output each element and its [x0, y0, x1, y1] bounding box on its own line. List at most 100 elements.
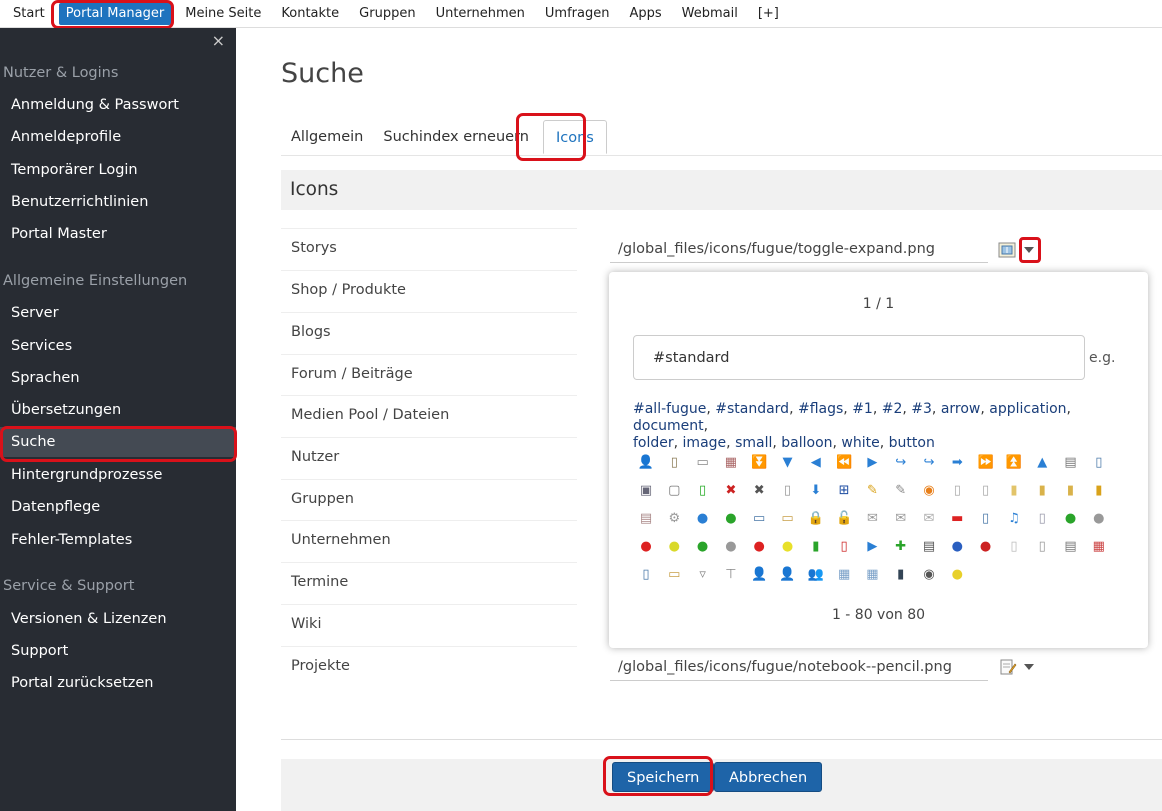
fugue-icon[interactable]: 🔒	[807, 509, 825, 527]
fugue-icon[interactable]: ▶	[863, 537, 881, 555]
fugue-icon[interactable]: ✖	[722, 481, 740, 499]
sidebar-item-datenpflege[interactable]: Datenpflege	[0, 492, 236, 522]
sidebar-item-sprachen[interactable]: Sprachen	[0, 363, 236, 393]
fugue-icon[interactable]: ▭	[694, 453, 712, 471]
fugue-icon[interactable]: ▦	[1090, 537, 1108, 555]
tag-flags[interactable]: #flags	[798, 401, 843, 417]
tab-suchindex[interactable]: Suchindex erneuern	[373, 120, 539, 154]
fugue-icon[interactable]: ◀	[807, 453, 825, 471]
fugue-icon[interactable]: ⊞	[835, 481, 853, 499]
sidebar-item-support[interactable]: Support	[0, 636, 236, 666]
nav-portal-manager[interactable]: Portal Manager	[58, 2, 172, 25]
fugue-icon[interactable]: ⏪	[835, 453, 853, 471]
cancel-button[interactable]: Abbrechen	[714, 762, 823, 792]
sidebar-item-suche[interactable]: Suche	[0, 427, 236, 457]
tag-1[interactable]: #1	[852, 401, 873, 417]
nav-webmail[interactable]: Webmail	[672, 0, 748, 28]
fugue-icon[interactable]: ▤	[1062, 537, 1080, 555]
sidebar-item-anmeldung[interactable]: Anmeldung & Passwort	[0, 90, 236, 120]
tag-button[interactable]: button	[889, 435, 935, 451]
fugue-icon[interactable]: ▤	[637, 509, 655, 527]
fugue-icon[interactable]: 🔓	[835, 509, 853, 527]
fugue-icon[interactable]: ▿	[694, 565, 712, 583]
tag-arrow[interactable]: arrow	[941, 401, 981, 417]
fugue-icon[interactable]: ↪	[892, 453, 910, 471]
fugue-icon[interactable]: ✖	[750, 481, 768, 499]
close-icon[interactable]: ×	[212, 31, 225, 50]
fugue-icon[interactable]: ▯	[637, 565, 655, 583]
fugue-icon[interactable]: ◉	[920, 565, 938, 583]
sidebar-item-portal-master[interactable]: Portal Master	[0, 219, 236, 249]
sidebar-item-portal-zuruecksetzen[interactable]: Portal zurücksetzen	[0, 668, 236, 698]
fugue-icon[interactable]: ✉	[863, 509, 881, 527]
fugue-icon[interactable]: ▯	[665, 453, 683, 471]
fugue-icon[interactable]: ▯	[977, 481, 995, 499]
sidebar-item-temporaerer-login[interactable]: Temporärer Login	[0, 155, 236, 185]
fugue-icon[interactable]: ⏬	[750, 453, 768, 471]
sidebar-item-anmeldeprofile[interactable]: Anmeldeprofile	[0, 122, 236, 152]
fugue-icon[interactable]: ▣	[637, 481, 655, 499]
fugue-icon[interactable]: ●	[665, 537, 683, 555]
fugue-icon[interactable]: ▯	[779, 481, 797, 499]
tag-small[interactable]: small	[735, 435, 772, 451]
fugue-icon[interactable]: ▮	[1090, 481, 1108, 499]
tag-balloon[interactable]: balloon	[781, 435, 832, 451]
save-button[interactable]: Speichern	[612, 762, 715, 792]
fugue-icon[interactable]: ▲	[1033, 453, 1051, 471]
fugue-icon[interactable]: ▦	[835, 565, 853, 583]
fugue-icon[interactable]: ↪	[920, 453, 938, 471]
fugue-icon[interactable]: ◉	[920, 481, 938, 499]
fugue-icon[interactable]: ⏩	[977, 453, 995, 471]
toggle-expand-icon[interactable]	[998, 242, 1016, 258]
tag-application[interactable]: application	[989, 401, 1066, 417]
sidebar-item-services[interactable]: Services	[0, 331, 236, 361]
fugue-icon[interactable]: ●	[722, 509, 740, 527]
fugue-icon[interactable]: ▢	[665, 481, 683, 499]
fugue-icon[interactable]: ●	[948, 565, 966, 583]
sidebar-item-benutzerrichtlinien[interactable]: Benutzerrichtlinien	[0, 187, 236, 217]
notebook-pencil-icon[interactable]	[999, 659, 1017, 675]
fugue-icon[interactable]: ▮	[1062, 481, 1080, 499]
fugue-icon[interactable]: ✚	[892, 537, 910, 555]
fugue-icon[interactable]: ●	[694, 537, 712, 555]
fugue-icon[interactable]: ✉	[920, 509, 938, 527]
fugue-icon[interactable]: ●	[948, 537, 966, 555]
sidebar-item-versionen[interactable]: Versionen & Lizenzen	[0, 604, 236, 634]
fugue-icon[interactable]: ▭	[665, 565, 683, 583]
fugue-icon[interactable]: ▯	[977, 509, 995, 527]
fugue-icon[interactable]: ▯	[1033, 537, 1051, 555]
fugue-icon[interactable]: ▮	[807, 537, 825, 555]
tag-image[interactable]: image	[683, 435, 727, 451]
fugue-icon[interactable]: ▦	[863, 565, 881, 583]
fugue-icon[interactable]: 👥	[807, 565, 825, 583]
tag-3[interactable]: #3	[911, 401, 932, 417]
fugue-icon[interactable]: ✎	[892, 481, 910, 499]
fugue-icon[interactable]: ●	[637, 537, 655, 555]
tag-document[interactable]: document	[633, 418, 704, 434]
nav-kontakte[interactable]: Kontakte	[271, 0, 349, 28]
fugue-icon[interactable]: ▯	[948, 481, 966, 499]
nav-meine-seite[interactable]: Meine Seite	[175, 0, 271, 28]
fugue-icon[interactable]: ▮	[1005, 481, 1023, 499]
fugue-icon[interactable]: ▯	[1090, 453, 1108, 471]
fugue-icon[interactable]: ⏫	[1005, 453, 1023, 471]
fugue-icon[interactable]: 👤	[637, 453, 655, 471]
fugue-icon[interactable]: ➡	[948, 453, 966, 471]
nav-umfragen[interactable]: Umfragen	[535, 0, 620, 28]
fugue-icon[interactable]: ●	[1090, 509, 1108, 527]
fugue-icon[interactable]: ▤	[1062, 453, 1080, 471]
fugue-icon[interactable]: ▮	[892, 565, 910, 583]
fugue-icon[interactable]: ▭	[750, 509, 768, 527]
tag-white[interactable]: white	[841, 435, 879, 451]
fugue-icon[interactable]: ●	[722, 537, 740, 555]
fugue-icon[interactable]: ▯	[1005, 537, 1023, 555]
projekte-path-input[interactable]: /global_files/icons/fugue/notebook--penc…	[610, 655, 988, 681]
fugue-icon[interactable]: ✎	[863, 481, 881, 499]
fugue-icon[interactable]: 👤	[779, 565, 797, 583]
fugue-icon[interactable]: ▬	[948, 509, 966, 527]
sidebar-item-fehler-templates[interactable]: Fehler-Templates	[0, 525, 236, 555]
fugue-icon[interactable]: ▦	[722, 453, 740, 471]
fugue-icon[interactable]: ▮	[1033, 481, 1051, 499]
nav-start[interactable]: Start	[3, 0, 55, 28]
fugue-icon[interactable]: ●	[1062, 509, 1080, 527]
